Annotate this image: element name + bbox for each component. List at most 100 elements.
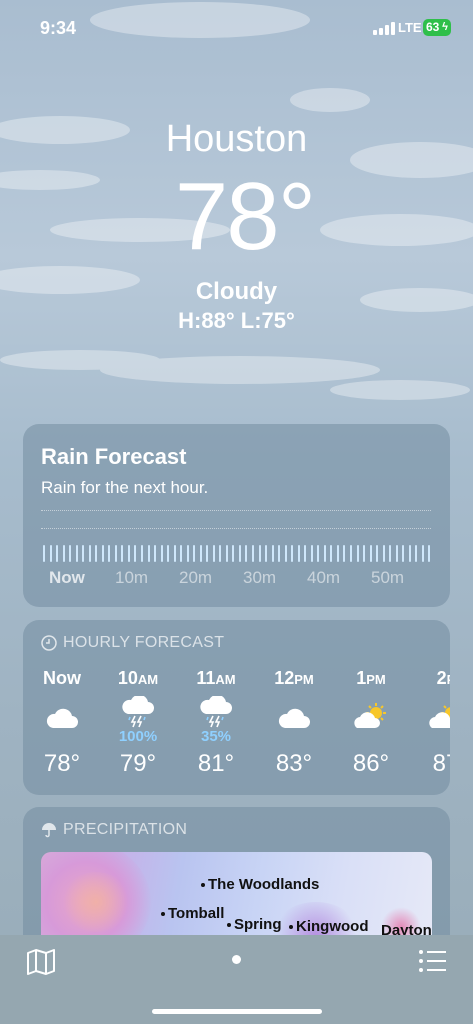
rain-bar [291, 545, 294, 562]
rain-bar [238, 545, 241, 562]
rain-bar [154, 545, 157, 562]
tick-50m: 50m [371, 568, 405, 587]
hour-column: 12PM 83° [259, 668, 329, 778]
rain-bar [343, 545, 346, 562]
precip-chance: 35% [200, 728, 232, 745]
rain-bar [421, 545, 424, 562]
rain-bar [323, 545, 326, 562]
rain-bar [376, 545, 379, 562]
hour-temperature: 87 [432, 750, 450, 777]
clock-icon [41, 635, 57, 651]
map-label: The Woodlands [201, 876, 319, 893]
rain-intensity-bars [43, 542, 431, 562]
rain-bar [382, 545, 385, 562]
hour-temperature: 79° [119, 750, 157, 777]
rain-bar [225, 545, 228, 562]
rain-bar [317, 545, 320, 562]
rain-bar [265, 545, 268, 562]
hour-column: 11AM 35% 81° [181, 668, 251, 778]
page-indicator-dot[interactable] [232, 955, 241, 964]
map-icon[interactable] [26, 949, 56, 975]
status-bar: 9:34 LTE 63 ϟ [0, 0, 473, 56]
hour-column: Now 78° [27, 668, 97, 778]
rain-bar [49, 545, 52, 562]
status-time: 9:34 [40, 18, 77, 38]
list-icon[interactable] [418, 949, 448, 973]
rain-bar [271, 545, 274, 562]
rain-bar [199, 545, 202, 562]
rain-bar [108, 545, 111, 562]
rain-bar [114, 545, 117, 562]
rain-bar [43, 545, 45, 562]
umbrella-icon [42, 823, 56, 838]
rain-forecast-card[interactable]: Rain Forecast Rain for the next hour. No… [23, 424, 450, 607]
map-label: Kingwood [289, 918, 368, 935]
tick-30m: 30m [243, 568, 277, 587]
rain-bar [278, 545, 281, 562]
rain-bar [186, 545, 189, 562]
rain-bar [180, 545, 183, 562]
hour-temperature: 83° [275, 750, 313, 777]
map-label: Tomball [161, 905, 224, 922]
home-indicator[interactable] [152, 1009, 322, 1014]
rain-bar [252, 545, 254, 562]
hour-label: 11 [196, 668, 216, 688]
cellular-signal-icon [373, 22, 395, 35]
hour-temperature: 86° [352, 750, 390, 777]
hourly-forecast-card[interactable]: HOURLY FORECAST Now 78° 10AM 100% 79° 11… [23, 620, 450, 795]
rain-bar [88, 545, 91, 562]
thunderstorm-icon [200, 694, 232, 728]
hour-label: 10 [117, 668, 138, 688]
network-type: LTE [398, 20, 422, 35]
partly-sunny-icon [429, 703, 450, 728]
rain-bar [356, 545, 359, 562]
rain-bar [428, 545, 431, 562]
hour-label: 2 [436, 668, 447, 688]
rain-bar [147, 545, 150, 562]
rain-bar [336, 545, 339, 562]
rain-bar [173, 545, 176, 562]
rain-bar [69, 545, 72, 562]
thunderstorm-icon [122, 694, 154, 728]
current-condition: Cloudy [195, 278, 278, 305]
cloud-icon [278, 708, 310, 728]
chart-gridline [41, 528, 431, 529]
rain-bar [75, 545, 78, 562]
rain-bar [258, 545, 261, 562]
tick-20m: 20m [179, 568, 213, 587]
rain-bar [82, 545, 85, 562]
rain-bar [297, 545, 300, 562]
rain-bar [219, 545, 222, 562]
hour-column: 10AM 100% 79° [103, 668, 173, 778]
rain-bar [56, 545, 59, 562]
rain-bar [395, 545, 398, 562]
hourly-forecast-header: HOURLY FORECAST [41, 634, 224, 652]
tick-40m: 40m [307, 568, 341, 587]
rain-bar [415, 545, 418, 562]
rain-bar [310, 545, 313, 562]
rain-bar [349, 545, 352, 562]
rain-bar [121, 545, 124, 562]
rain-bar [389, 545, 392, 562]
rain-bar [140, 545, 143, 562]
partly-sunny-icon [354, 703, 386, 728]
precip-chance: 100% [118, 728, 158, 745]
rain-bar [369, 545, 372, 562]
rain-bar [134, 545, 137, 562]
rain-bar [363, 545, 366, 562]
cloud-icon [46, 708, 78, 728]
rain-bar [127, 545, 130, 562]
tick-10m: 10m [115, 568, 149, 587]
rain-bar [193, 545, 196, 562]
rain-bar [408, 545, 411, 562]
rain-bar [304, 545, 307, 562]
rain-forecast-title: Rain Forecast [41, 444, 187, 469]
rain-bar [95, 545, 98, 562]
charging-icon: ϟ [442, 21, 448, 33]
hour-temperature: 81° [197, 750, 235, 777]
rain-bar [402, 545, 405, 562]
rain-bar [330, 545, 333, 562]
hour-temperature: 78° [43, 750, 81, 777]
hour-label: 1 [356, 668, 367, 688]
precipitation-header: PRECIPITATION [41, 821, 187, 839]
